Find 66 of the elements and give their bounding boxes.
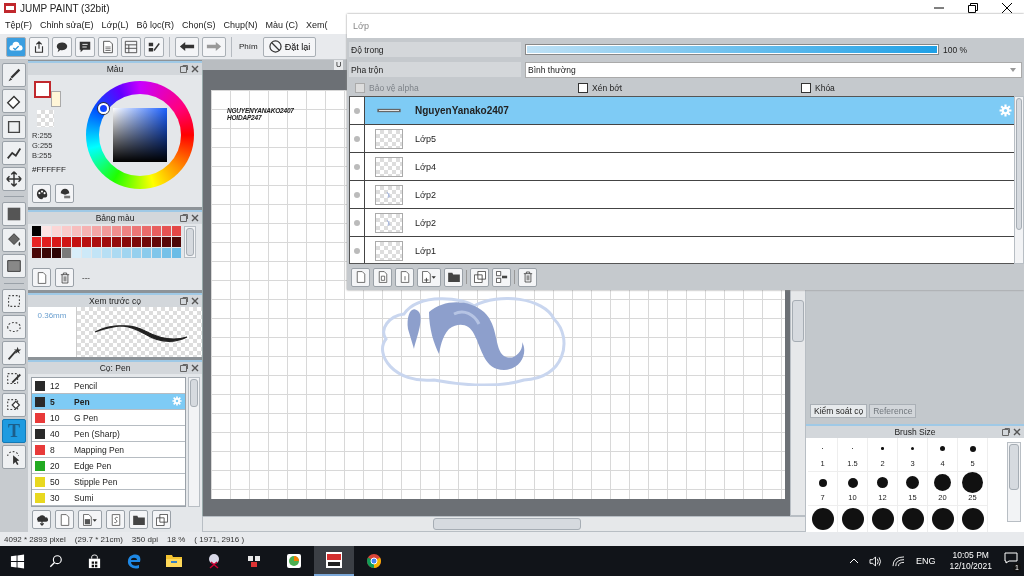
checkbox-label: Bảo vệ alpha xyxy=(369,83,419,93)
brush-row[interactable]: 50 Stipple Pen xyxy=(32,474,185,490)
brush-size: 5 xyxy=(50,396,56,407)
menu-item[interactable]: Chỉnh sửa(E) xyxy=(40,20,94,30)
brush-size: 12 xyxy=(50,380,61,391)
menu-item[interactable]: Màu (C) xyxy=(265,20,299,30)
brush-size: 8 xyxy=(50,444,56,455)
menu-item[interactable]: Chụp(N) xyxy=(223,20,258,30)
menu-item[interactable]: Lớp(L) xyxy=(101,20,129,30)
panel-tab[interactable]: Kiểm soát cọ xyxy=(810,404,868,418)
menu-item[interactable]: Tệp(F) xyxy=(5,20,32,30)
layer-name: NguyenYanako2407 xyxy=(415,105,509,116)
brush-row[interactable]: 5 Pen xyxy=(32,394,185,410)
brush-size-value: 0.36mm xyxy=(37,311,67,321)
brush-name: Pen (Sharp) xyxy=(74,428,120,439)
panel-title: Cọ: Pen xyxy=(99,363,131,373)
opacity-value: 100 % xyxy=(943,44,968,55)
checkbox-label: Khóa xyxy=(815,83,835,93)
layer-name: Lớp1 xyxy=(415,245,436,256)
brush-name: Sumi xyxy=(74,492,94,503)
panel-title: Màu xyxy=(106,64,124,74)
brush-name: Mapping Pen xyxy=(74,444,125,455)
layer-row[interactable]: NguyenYanako2407 xyxy=(365,97,1014,124)
status-text: 350 dpi xyxy=(131,534,159,544)
status-text: (29.7 * 21cm) xyxy=(74,534,123,544)
brush-row[interactable]: 12 Pencil xyxy=(32,378,185,394)
palette-name: --- xyxy=(82,273,90,282)
window-title: JUMP PAINT (32bit) xyxy=(20,2,110,14)
blend-mode-label: Pha trộn xyxy=(349,62,521,77)
brush-size: 50 xyxy=(50,476,61,487)
menu-item[interactable]: Chọn(S) xyxy=(182,20,216,30)
shortcut-label: Phím xyxy=(239,42,258,51)
opacity-label: Độ trong xyxy=(349,42,521,57)
brush-row[interactable]: 30 Sumi xyxy=(32,490,185,506)
brush-size: 10 xyxy=(50,412,61,423)
status-text: ( 1971, 2916 ) xyxy=(194,534,245,544)
language-indicator[interactable]: ENG xyxy=(915,556,936,566)
layer-name: Lớp2 xyxy=(415,217,436,228)
brush-size: 40 xyxy=(50,428,61,439)
brush-name: G Pen xyxy=(74,412,99,423)
panel-title: Brush Size xyxy=(894,427,936,437)
brush-row[interactable]: 10 G Pen xyxy=(32,410,185,426)
panel-title: Xem trước cọ xyxy=(89,296,141,306)
brush-name: Pencil xyxy=(74,380,98,391)
blend-mode-dropdown[interactable]: Bình thường xyxy=(525,61,1022,78)
brush-size: 30 xyxy=(50,492,61,503)
reset-button[interactable]: Đặt lại xyxy=(262,36,317,57)
brush-row[interactable]: 8 Mapping Pen xyxy=(32,442,185,458)
panel-title: Bảng màu xyxy=(95,213,135,223)
menu-item[interactable]: Bộ lọc(R) xyxy=(136,20,174,30)
brush-size: 20 xyxy=(50,460,61,471)
panel-title: Lớp xyxy=(353,21,369,31)
status-text: 4092 * 2893 pixel xyxy=(4,534,66,544)
brush-row[interactable]: 40 Pen (Sharp) xyxy=(32,426,185,442)
clock[interactable]: 10:05 PM 12/10/2021 xyxy=(949,550,992,572)
menu-item[interactable]: Xem( xyxy=(306,20,328,30)
hex-value: #FFFFFF xyxy=(32,165,67,174)
checkbox-label: Xén bớt xyxy=(592,83,623,93)
layer-name: Lớp4 xyxy=(415,161,436,172)
brush-name: Stipple Pen xyxy=(74,476,118,487)
layer-name: Lớp5 xyxy=(415,133,436,144)
layer-name: Lớp2 xyxy=(415,189,436,200)
brush-name: Edge Pen xyxy=(74,460,112,471)
brush-name: Pen xyxy=(74,396,90,407)
status-text: 18 % xyxy=(167,534,186,544)
brush-row[interactable]: 20 Edge Pen xyxy=(32,458,185,474)
